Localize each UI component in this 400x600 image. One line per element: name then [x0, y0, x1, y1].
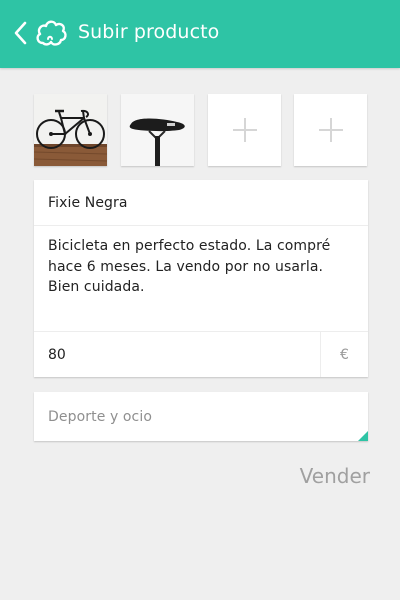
back-button[interactable] — [10, 20, 30, 46]
bicycle-photo[interactable] — [34, 94, 107, 166]
plus-icon — [294, 94, 367, 166]
product-form-card: Fixie Negra Bicicleta en perfecto estado… — [34, 180, 368, 377]
description-line: Bicicleta en perfecto estado. La compré — [48, 238, 331, 254]
price-input[interactable]: 80 — [34, 332, 320, 377]
description-line: Bien cuidada. — [48, 279, 145, 295]
title-input[interactable]: Fixie Negra — [34, 180, 368, 226]
app-bar: Subir producto — [0, 0, 400, 68]
saddle-photo[interactable] — [121, 94, 194, 166]
description-input[interactable]: Bicicleta en perfecto estado. La compré … — [34, 226, 368, 331]
plus-icon — [208, 94, 281, 166]
category-value: Deporte y ocio — [48, 409, 153, 425]
sell-button[interactable]: Vender — [290, 464, 370, 492]
page-title: Subir producto — [78, 21, 220, 43]
dropdown-corner-icon — [358, 431, 368, 441]
cloud-logo-icon — [34, 17, 68, 49]
category-select[interactable]: Deporte y ocio — [34, 392, 368, 441]
price-row: 80 € — [34, 331, 368, 377]
add-photo-button[interactable] — [208, 94, 281, 166]
add-photo-button[interactable] — [294, 94, 367, 166]
currency-label: € — [320, 332, 368, 377]
description-line: hace 6 meses. La vendo por no usarla. — [48, 258, 324, 275]
chevron-left-icon — [14, 21, 27, 45]
photo-strip — [34, 94, 368, 166]
